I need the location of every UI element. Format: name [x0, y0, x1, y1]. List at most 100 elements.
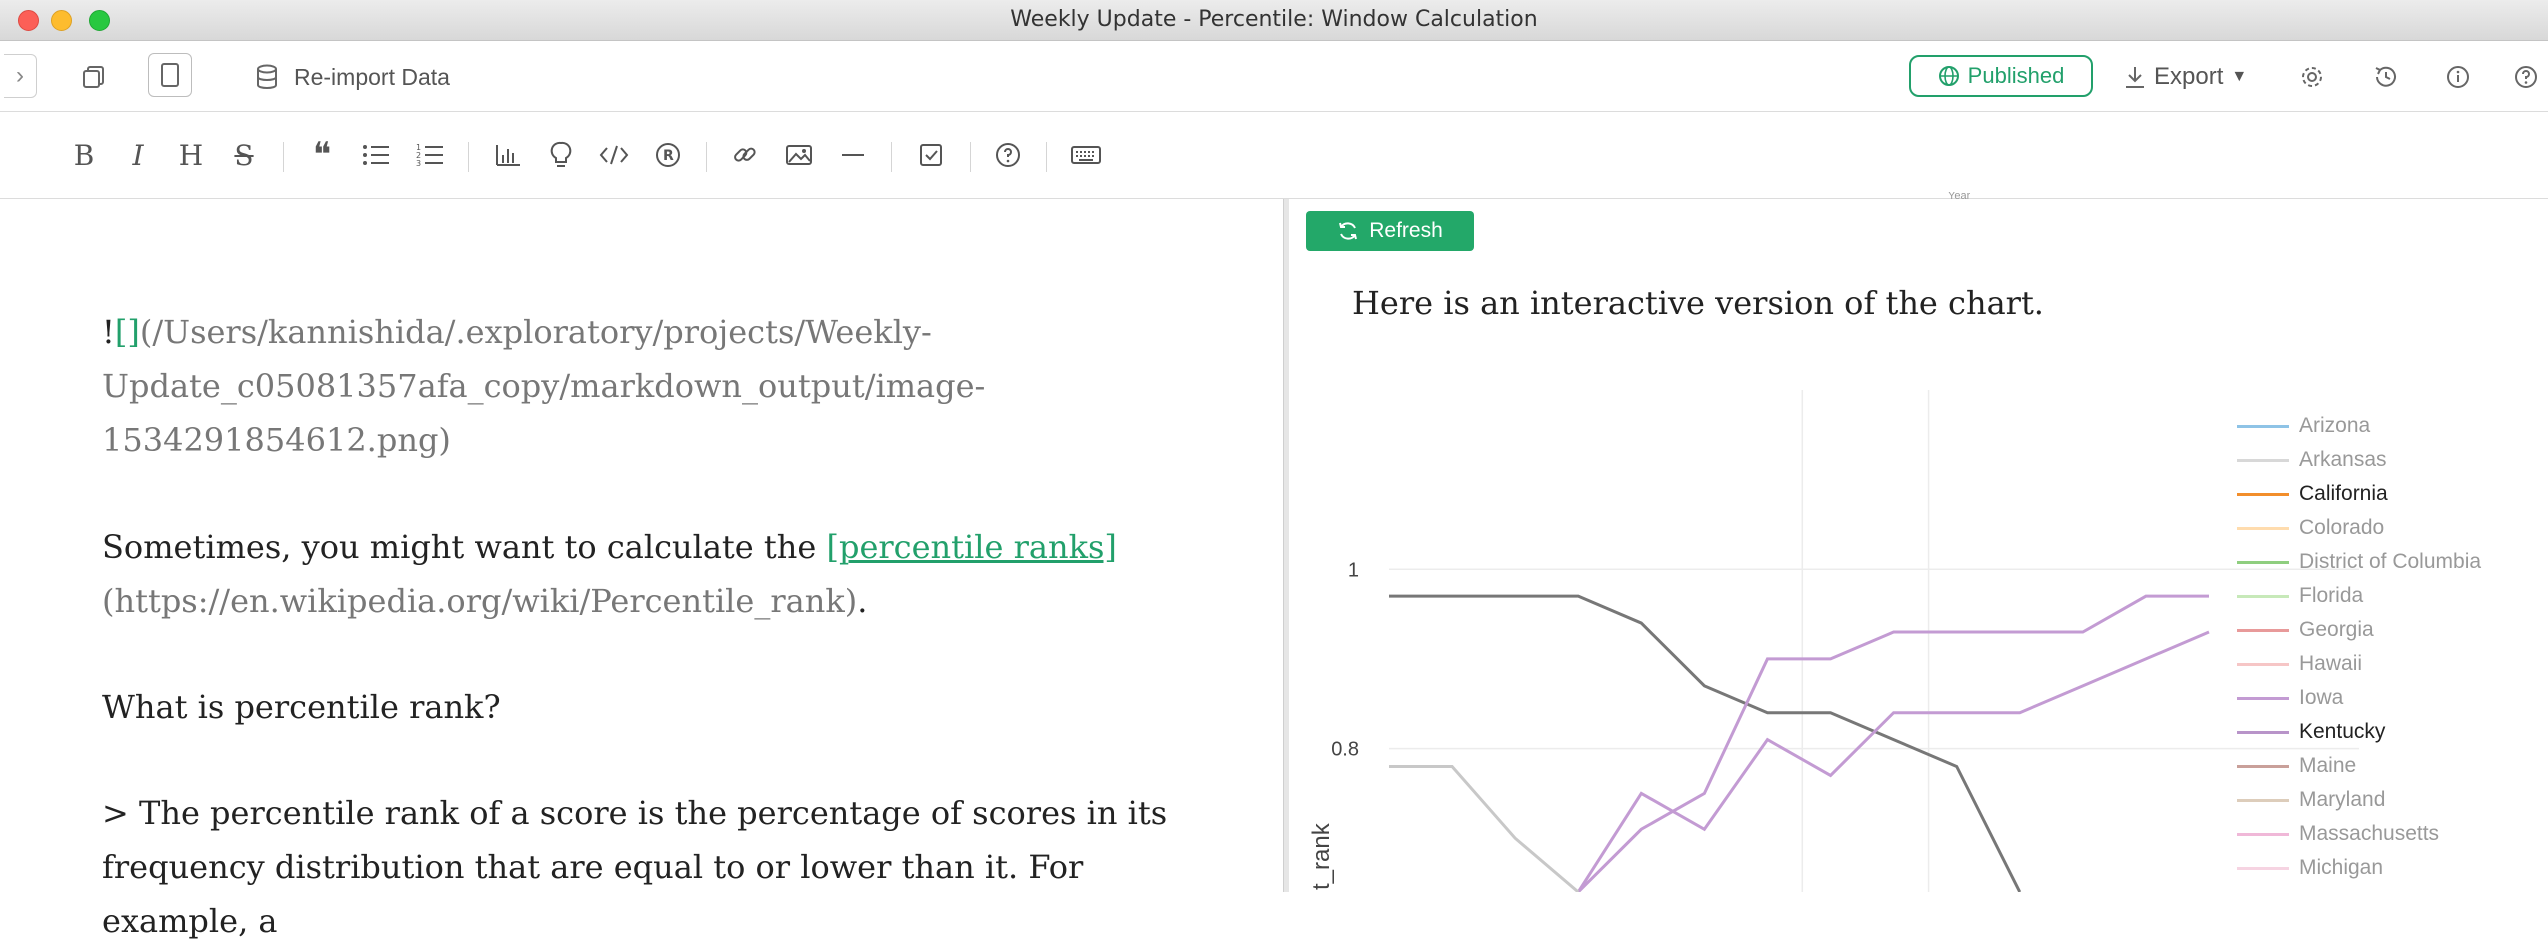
bullet-list-icon	[363, 145, 389, 165]
image-path-part-1: (/Users/kannishida/.exploratory/projects…	[139, 313, 932, 351]
export-label: Export	[2154, 63, 2224, 90]
percentile-url: (https://en.wikipedia.org/wiki/Percentil…	[102, 582, 858, 620]
legend-item[interactable]: Michigan	[2237, 853, 2383, 883]
chart-y-ticks: 10.8	[1331, 559, 1359, 760]
legend-label: Massachusetts	[2299, 822, 2440, 845]
toolbar-separator	[970, 142, 971, 172]
legend-label: Maryland	[2299, 788, 2386, 811]
export-menu-button[interactable]: Export ▼	[2124, 57, 2247, 97]
blockquote[interactable]: > The percentile rank of a score is the …	[102, 786, 1202, 948]
settings-button[interactable]	[2292, 57, 2332, 97]
series-line-0[interactable]	[1389, 594, 2022, 892]
insert-link-button[interactable]	[727, 137, 763, 173]
window-title: Weekly Update - Percentile: Window Calcu…	[1010, 7, 1538, 32]
strikethrough-button[interactable]: S	[226, 137, 262, 173]
bullet-list-button[interactable]	[358, 137, 394, 173]
legend-swatch	[2237, 696, 2289, 700]
legend-item[interactable]: Arkansas	[2237, 445, 2387, 475]
heading-button[interactable]: H	[173, 137, 209, 173]
paragraph-period: .	[857, 582, 868, 620]
insert-chart-button[interactable]	[490, 137, 526, 173]
checkbox-button[interactable]	[913, 137, 949, 173]
image-bang: !	[102, 313, 115, 351]
single-pane-button[interactable]	[148, 53, 192, 97]
pane-icon	[161, 63, 179, 87]
percentile-paragraph-line-2: (https://en.wikipedia.org/wiki/Percentil…	[102, 574, 1202, 628]
heading-icon: H	[178, 138, 204, 172]
legend-item[interactable]: Maine	[2237, 751, 2356, 781]
collapse-sidebar-button[interactable]: ›	[4, 54, 37, 98]
y-tick-label: 0.8	[1331, 739, 1359, 761]
paragraph-text: Sometimes, you might want to calculate t…	[102, 528, 827, 566]
legend-label: California	[2299, 482, 2388, 505]
legend-item[interactable]: Georgia	[2237, 615, 2374, 645]
svg-text:3: 3	[416, 159, 421, 167]
code-button[interactable]	[596, 137, 632, 173]
series-line-2[interactable]	[1576, 630, 2210, 892]
history-button[interactable]	[2366, 57, 2406, 97]
toolbar-separator	[468, 142, 469, 172]
duplicate-view-button[interactable]	[74, 57, 114, 97]
percentile-paragraph-line-1: Sometimes, you might want to calculate t…	[102, 520, 1202, 574]
legend-item[interactable]: Hawaii	[2237, 649, 2362, 679]
refresh-button[interactable]: Refresh	[1306, 211, 1474, 251]
legend-label: District of Columbia	[2299, 550, 2482, 573]
blockquote-line-1: > The percentile rank of a score is the …	[102, 794, 1168, 832]
r-code-button[interactable]: R	[650, 137, 686, 173]
question-icon	[996, 143, 1020, 167]
legend-label: Georgia	[2299, 618, 2374, 641]
keyboard-icon	[1071, 146, 1101, 164]
chart-y-axis-label: t_rank	[1308, 822, 1335, 890]
italic-button[interactable]: I	[120, 137, 156, 173]
legend-item[interactable]: Maryland	[2237, 785, 2385, 815]
y-tick-label: 1	[1348, 559, 1359, 581]
refresh-icon	[1339, 222, 1358, 240]
percentile-paragraph[interactable]: Sometimes, you might want to calculate t…	[102, 520, 1202, 628]
help-button[interactable]	[2506, 57, 2546, 97]
legend-item[interactable]: Iowa	[2237, 683, 2343, 713]
legend-label: Florida	[2299, 584, 2364, 607]
checkbox-icon	[920, 144, 942, 166]
globe-icon	[1938, 66, 1959, 86]
legend-label: Hawaii	[2299, 652, 2363, 675]
link-icon	[734, 147, 756, 162]
info-button[interactable]	[2438, 57, 2478, 97]
reimport-data-button[interactable]: Re-import Data	[256, 57, 450, 97]
published-label: Published	[1967, 63, 2065, 88]
insert-image-button[interactable]	[781, 137, 817, 173]
legend-item[interactable]: California	[2237, 479, 2388, 509]
lightbulb-icon	[550, 141, 572, 167]
bold-icon: B	[73, 138, 95, 172]
image-brackets: []	[114, 313, 140, 351]
keyboard-shortcuts-button[interactable]	[1068, 137, 1104, 173]
insight-button[interactable]	[543, 137, 579, 173]
database-icon	[257, 64, 277, 89]
legend-item[interactable]: Florida	[2237, 581, 2363, 611]
legend-label: Iowa	[2299, 686, 2344, 709]
quote-button[interactable]: ❝	[304, 135, 340, 175]
copy-icon	[83, 66, 104, 88]
legend-item[interactable]: Arizona	[2237, 411, 2370, 441]
legend-label: Kentucky	[2299, 720, 2386, 743]
numbered-list-button[interactable]: 123	[412, 137, 448, 173]
legend-item[interactable]: District of Columbia	[2237, 547, 2481, 577]
chart-top-axis-fragment: Year	[1948, 192, 1971, 202]
legend-swatch	[2237, 594, 2289, 598]
legend-label: Maine	[2299, 754, 2357, 777]
series-line-1[interactable]	[1577, 594, 2209, 892]
horizontal-rule-button[interactable]	[835, 137, 871, 173]
legend-swatch	[2237, 560, 2289, 564]
percentile-ranks-link[interactable]: [percentile ranks]	[826, 528, 1116, 566]
markdown-help-button[interactable]	[990, 137, 1026, 173]
legend-item[interactable]: Kentucky	[2237, 717, 2385, 747]
legend-item[interactable]: Colorado	[2237, 513, 2384, 543]
legend-item[interactable]: Massachusetts	[2237, 819, 2439, 849]
question-heading[interactable]: What is percentile rank?	[102, 680, 1202, 734]
published-button[interactable]: Published	[1909, 55, 2093, 97]
window-titlebar: Weekly Update - Percentile: Window Calcu…	[0, 0, 2548, 41]
bold-button[interactable]: B	[66, 137, 102, 173]
image-link-markdown[interactable]: ![](/Users/kannishida/.exploratory/proje…	[102, 305, 1202, 467]
legend-swatch	[2237, 866, 2289, 870]
info-icon	[2447, 66, 2469, 88]
series-line-3[interactable]	[1389, 765, 1580, 893]
